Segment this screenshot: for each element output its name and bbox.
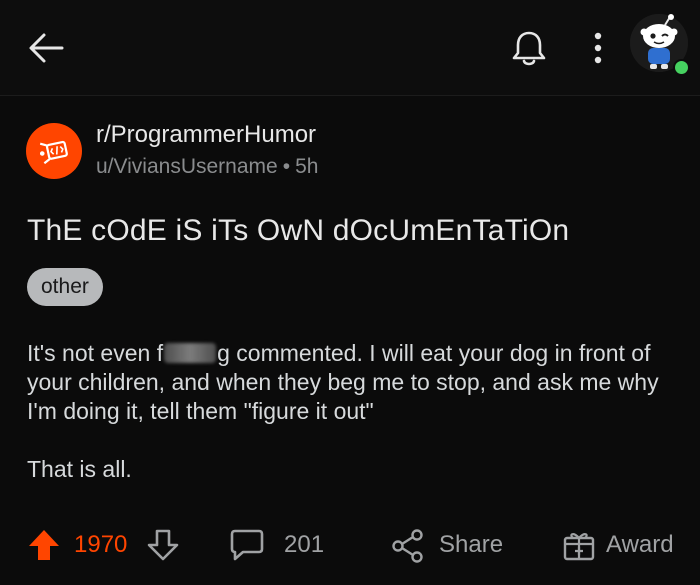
comment-count[interactable]: 201 bbox=[284, 531, 324, 559]
share-icon[interactable] bbox=[390, 528, 426, 564]
post-action-bar: 1970 201 Share Award bbox=[0, 520, 700, 570]
back-arrow-icon[interactable] bbox=[26, 28, 66, 68]
post-age: 5h bbox=[295, 155, 319, 178]
award-button[interactable]: Award bbox=[606, 531, 674, 559]
upvote-icon[interactable] bbox=[27, 528, 61, 562]
meta-separator: • bbox=[282, 155, 291, 178]
post-meta: u/ViviansUsername • 5h bbox=[96, 155, 318, 179]
post-title[interactable]: ThE cOdE iS iTs OwN dOcUmEnTaTiOn bbox=[27, 214, 569, 248]
author-name[interactable]: u/ViviansUsername bbox=[96, 155, 278, 178]
post-flair[interactable]: other bbox=[27, 268, 103, 306]
subreddit-name[interactable]: r/ProgrammerHumor bbox=[96, 121, 316, 149]
comment-icon[interactable] bbox=[229, 527, 265, 563]
share-button[interactable]: Share bbox=[439, 531, 503, 559]
more-vertical-icon[interactable] bbox=[588, 28, 608, 68]
censored-word bbox=[164, 343, 217, 363]
vote-count: 1970 bbox=[74, 531, 128, 558]
body-text-start: It's not even f bbox=[27, 340, 164, 366]
online-status-dot bbox=[673, 59, 690, 76]
downvote-icon[interactable] bbox=[146, 528, 180, 562]
subreddit-icon[interactable] bbox=[26, 123, 82, 179]
post-body: It's not even fg commented. I will eat y… bbox=[27, 339, 667, 484]
body-paragraph-closing: That is all. bbox=[27, 456, 132, 482]
body-paragraph: It's not even fg commented. I will eat y… bbox=[27, 339, 667, 426]
top-bar bbox=[0, 0, 700, 96]
bell-icon[interactable] bbox=[508, 27, 550, 69]
award-gift-icon[interactable] bbox=[561, 527, 597, 563]
